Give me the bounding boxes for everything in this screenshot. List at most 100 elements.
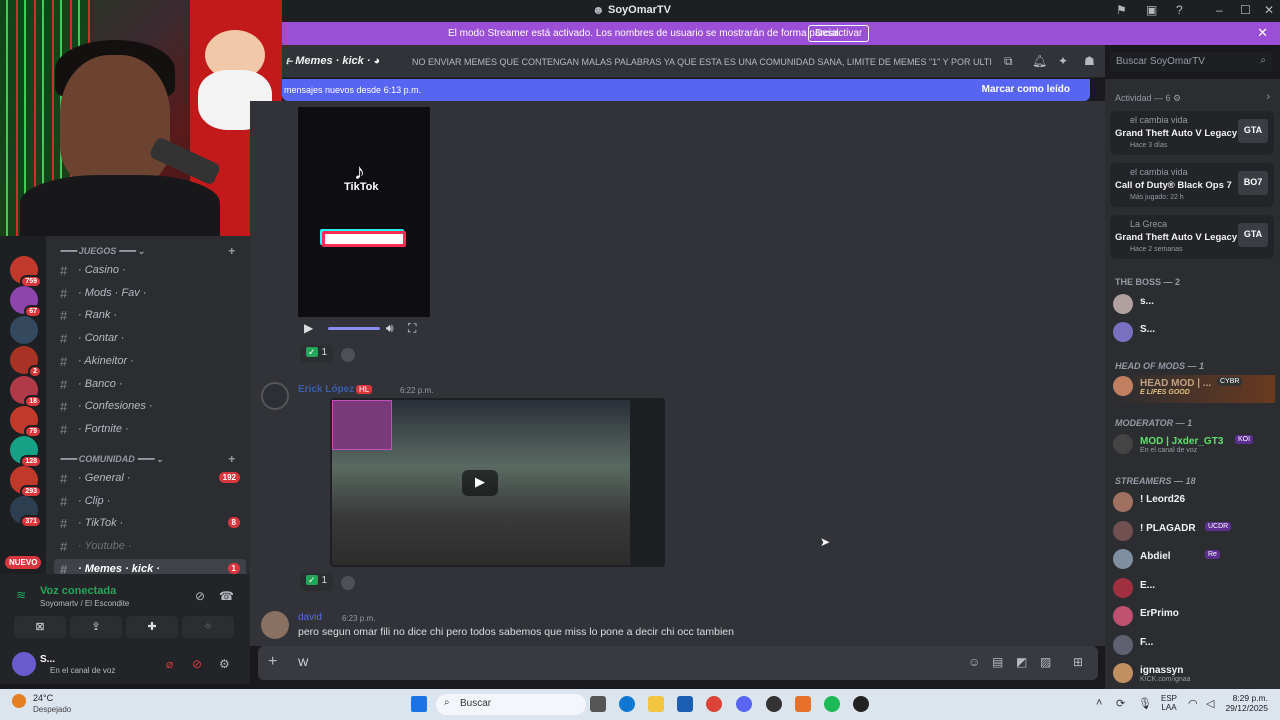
server-icon[interactable]: 79 [10,406,42,438]
chevron-right-icon[interactable]: › [1266,91,1270,103]
weather-desc[interactable]: Despejado [33,705,71,714]
channel-topic[interactable]: NO ENVIAR MEMES QUE CONTENGAN MALAS PALA… [412,57,992,67]
member-item[interactable]: E... [1113,577,1275,599]
weather-icon[interactable] [12,694,26,708]
activity-card[interactable]: el cambia vida Call of Duty® Black Ops 7 M… [1110,163,1274,207]
channel-item[interactable]: # · Akineitor · [54,351,246,371]
add-reaction-icon[interactable] [341,348,355,362]
member-item[interactable]: s... [1113,293,1275,315]
gif-icon[interactable]: ▤ [992,655,1003,669]
user-name[interactable]: S... [40,654,55,665]
channel-item[interactable]: # · Contar · [54,328,246,348]
windows-start-icon[interactable] [411,696,427,712]
channel-item[interactable]: # · Casino · [54,260,246,280]
avatar[interactable] [261,382,289,410]
reaction-check[interactable]: ✓ 1 [300,573,334,591]
member-item[interactable]: ! Leord26 [1113,491,1275,513]
server-icon[interactable]: 128 [10,436,42,468]
fullscreen-icon[interactable]: ⛶ [408,321,416,336]
member-item[interactable]: ErPrimo [1113,605,1275,627]
threads-icon[interactable]: ⧉ [1004,54,1013,69]
chevron-up-icon[interactable]: ˄ [1096,697,1102,709]
obs-icon[interactable] [766,696,782,712]
avatar[interactable] [261,611,289,639]
member-item[interactable]: HEAD MOD | ... CYBR E LIFES GOOD [1113,375,1275,403]
server-icon[interactable] [10,316,38,344]
members-icon[interactable]: ☗ [1084,54,1095,68]
member-item[interactable]: ignassyn KICK.com/ignaa [1113,662,1275,684]
deafen-icon[interactable]: ⊘ [192,657,202,671]
app-icon[interactable] [795,696,811,712]
reaction-check[interactable]: ✓ 1 [300,345,334,363]
close-icon[interactable]: ✕ [1257,25,1268,41]
mic-icon[interactable]: 🎙︎ [1138,697,1152,710]
channel-item[interactable]: # · TikTok · 8 [54,513,246,533]
bell-icon[interactable]: 🔔︎ [1032,54,1047,68]
minimize-icon[interactable]: – [1216,3,1223,17]
tiktok-video-embed[interactable]: ♪ TikTok [298,107,430,317]
voice-server[interactable]: Soyomartv / El Escondite [40,599,129,608]
activity-card[interactable]: el cambia vida Grand Theft Auto V Legacy H… [1110,111,1274,155]
deactivate-button[interactable]: Desactivar [808,25,870,42]
video-embed[interactable]: ▶ [330,398,665,567]
add-reaction-icon[interactable] [341,576,355,590]
search-input[interactable]: Buscar SoyOmarTV ⌕ [1110,52,1272,72]
file-explorer-icon[interactable] [648,696,664,712]
channel-item[interactable]: # · Youtube · [54,536,246,556]
chrome-icon[interactable] [706,696,722,712]
server-icon[interactable]: 371 [10,496,42,528]
server-icon[interactable]: 67 [10,286,42,318]
discord-icon[interactable] [736,696,752,712]
channel-item[interactable]: # · General · 192 [54,468,246,488]
spotify-icon[interactable] [824,696,840,712]
volume-slider[interactable] [328,327,380,330]
channel-item[interactable]: # · Mods · Fav · [54,283,246,303]
message-author[interactable]: david [298,612,322,623]
member-item[interactable]: F... [1113,634,1275,656]
weather-temp[interactable]: 24°C [33,693,53,703]
add-channel-icon[interactable]: + [228,452,235,466]
noise-suppression-icon[interactable]: ⊘ [195,589,205,603]
server-icon[interactable]: 759 [10,256,42,288]
volume-icon[interactable]: 🔊︎ [386,321,394,336]
pin-icon[interactable]: ✦ [1058,54,1068,68]
apps-icon[interactable]: ☺ [968,655,980,669]
channel-item[interactable]: # · Confesiones · [54,396,246,416]
task-view-icon[interactable] [590,696,606,712]
help-icon[interactable]: ? [1176,3,1183,17]
channel-item[interactable]: # · Fortnite · [54,419,246,439]
signal-icon[interactable]: ≋ [16,588,26,602]
message-composer[interactable]: + W ☺ ▤ ◩ ▨ ⊞ [258,646,1098,680]
edge-icon[interactable] [619,696,635,712]
add-attachment-icon[interactable]: + [268,653,277,671]
message-input[interactable]: W [298,657,308,669]
add-channel-icon[interactable]: + [228,244,235,258]
activity-card[interactable]: La Greca Grand Theft Auto V Legacy Hace 2 … [1110,215,1274,259]
language-indicator[interactable]: ESP LAA [1161,694,1177,712]
clock[interactable]: 8:29 p.m. 29/12/2025 [1225,693,1268,713]
member-item[interactable]: Abdiel Re [1113,548,1275,570]
voice-status[interactable]: Voz conectada [40,585,116,597]
message-author[interactable]: Erick López [298,384,354,395]
soundboard-button[interactable]: ✧ [182,616,234,638]
activities-button[interactable]: ✚ [126,616,178,638]
play-icon[interactable]: ▶ [304,321,313,335]
member-item[interactable]: MOD | Jxder_GT3 KOI En el canal de voz [1113,433,1275,455]
gear-icon[interactable]: ⚙ [219,657,230,671]
volume-icon[interactable]: ◁ [1206,697,1214,710]
member-item[interactable]: S... [1113,321,1275,343]
image-icon[interactable]: ▨ [1040,655,1051,669]
new-messages-bar[interactable]: mensajes nuevos desde 6:13 p.m. Marcar c… [282,79,1090,101]
close-window-icon[interactable]: ✕ [1264,3,1274,17]
screen-icon[interactable]: ▣ [1146,3,1157,17]
channel-item[interactable]: # · Banco · [54,374,246,394]
app-icon[interactable] [853,696,869,712]
channel-item[interactable]: # · Clip · [54,491,246,511]
store-icon[interactable] [677,696,693,712]
mark-read-button[interactable]: Marcar como leído [982,84,1070,95]
category-comunidad[interactable]: ━━━ COMUNIDAD ━━━ ⌄ + [60,452,235,466]
camera-off-button[interactable]: ⊠ [14,616,66,638]
channel-item[interactable]: # · Rank · [54,305,246,325]
category-juegos[interactable]: ━━━ JUEGOS ━━━ ⌄ + [60,244,235,258]
server-icon[interactable]: 2 [10,346,42,378]
